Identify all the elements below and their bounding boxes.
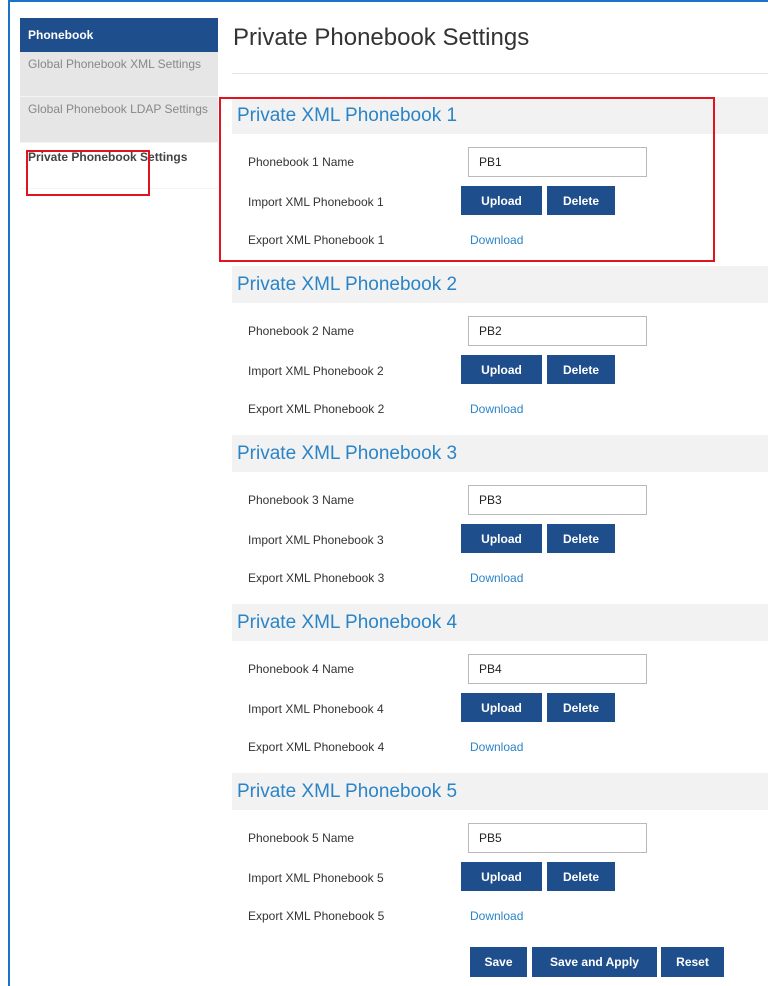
export-label: Export XML Phonebook 5 [248, 909, 385, 923]
phonebook-4-name-input[interactable] [468, 654, 647, 684]
import-label: Import XML Phonebook 2 [248, 364, 384, 378]
reset-button[interactable]: Reset [661, 947, 724, 977]
phonebook-name-label: Phonebook 1 Name [248, 155, 355, 169]
section-title: Private XML Phonebook 2 [232, 266, 768, 303]
phonebook-3-name-input[interactable] [468, 485, 647, 515]
phonebook-name-label: Phonebook 2 Name [248, 324, 355, 338]
sidebar-item-private-phonebook[interactable]: Private Phonebook Settings [20, 143, 218, 189]
sidebar-item-global-ldap[interactable]: Global Phonebook LDAP Settings [20, 97, 218, 143]
phonebook-name-label: Phonebook 3 Name [248, 493, 355, 507]
save-button[interactable]: Save [470, 947, 527, 977]
phonebook-1-name-input[interactable] [468, 147, 647, 177]
download-link-3[interactable]: Download [470, 571, 523, 585]
import-label: Import XML Phonebook 1 [248, 195, 384, 209]
delete-button-2[interactable]: Delete [547, 355, 615, 384]
section-title: Private XML Phonebook 4 [232, 604, 768, 641]
upload-button-3[interactable]: Upload [461, 524, 542, 553]
section-title: Private XML Phonebook 5 [232, 773, 768, 810]
delete-button-3[interactable]: Delete [547, 524, 615, 553]
phonebook-5-name-input[interactable] [468, 823, 647, 853]
frame-border-top [8, 0, 768, 2]
export-label: Export XML Phonebook 2 [248, 402, 385, 416]
download-link-4[interactable]: Download [470, 740, 523, 754]
phonebook-section-2: Private XML Phonebook 2 Phonebook 2 Name… [232, 266, 768, 431]
sidebar-item-global-xml[interactable]: Global Phonebook XML Settings [20, 52, 218, 97]
export-label: Export XML Phonebook 1 [248, 233, 385, 247]
upload-button-5[interactable]: Upload [461, 862, 542, 891]
upload-button-1[interactable]: Upload [461, 186, 542, 215]
import-label: Import XML Phonebook 5 [248, 871, 384, 885]
phonebook-section-4: Private XML Phonebook 4 Phonebook 4 Name… [232, 604, 768, 769]
frame-border-left [8, 0, 10, 986]
save-and-apply-button[interactable]: Save and Apply [532, 947, 657, 977]
upload-button-4[interactable]: Upload [461, 693, 542, 722]
download-link-1[interactable]: Download [470, 233, 523, 247]
section-title: Private XML Phonebook 3 [232, 435, 768, 472]
download-link-5[interactable]: Download [470, 909, 523, 923]
export-label: Export XML Phonebook 4 [248, 740, 385, 754]
phonebook-section-3: Private XML Phonebook 3 Phonebook 3 Name… [232, 435, 768, 600]
sidebar-header[interactable]: Phonebook [20, 18, 218, 52]
delete-button-5[interactable]: Delete [547, 862, 615, 891]
phonebook-2-name-input[interactable] [468, 316, 647, 346]
export-label: Export XML Phonebook 3 [248, 571, 385, 585]
sidebar: Phonebook Global Phonebook XML Settings … [20, 18, 218, 189]
phonebook-section-5: Private XML Phonebook 5 Phonebook 5 Name… [232, 773, 768, 938]
phonebook-section-1: Private XML Phonebook 1 Phonebook 1 Name… [232, 97, 768, 262]
delete-button-4[interactable]: Delete [547, 693, 615, 722]
upload-button-2[interactable]: Upload [461, 355, 542, 384]
import-label: Import XML Phonebook 4 [248, 702, 384, 716]
delete-button-1[interactable]: Delete [547, 186, 615, 215]
section-title: Private XML Phonebook 1 [232, 97, 768, 134]
import-label: Import XML Phonebook 3 [248, 533, 384, 547]
download-link-2[interactable]: Download [470, 402, 523, 416]
title-divider [232, 73, 768, 74]
phonebook-name-label: Phonebook 5 Name [248, 831, 355, 845]
page-title: Private Phonebook Settings [233, 24, 530, 51]
phonebook-name-label: Phonebook 4 Name [248, 662, 355, 676]
